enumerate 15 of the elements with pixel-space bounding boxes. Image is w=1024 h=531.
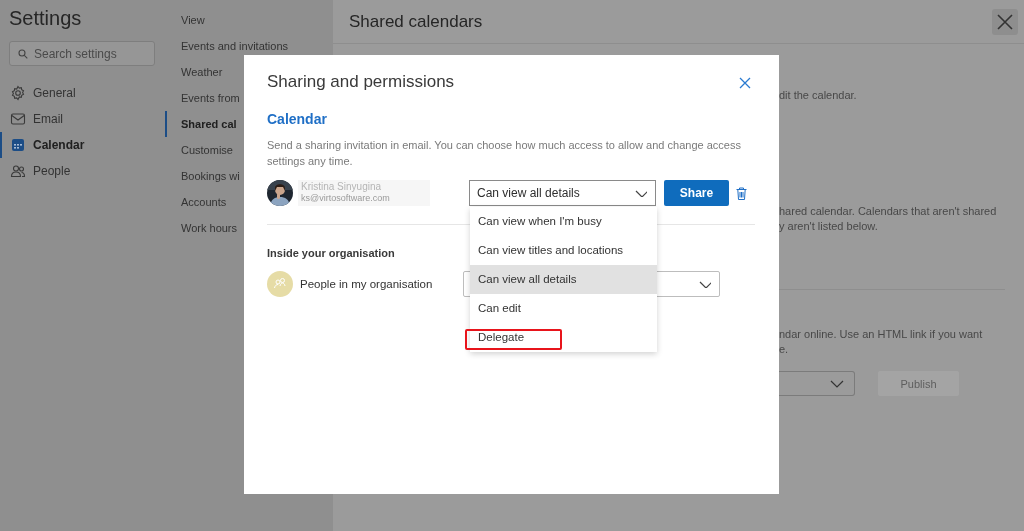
dropdown-value: Can view all details [477,186,580,200]
page-title: Shared calendars [349,11,483,32]
body-text: hared calendar. Calendars that aren't shared [779,204,998,219]
section-heading: Calendar [267,111,328,127]
description-text: Send a sharing invitation in email. You can choose how much access to allow and change access settings any time. [267,138,742,169]
body-text: dit the calendar. [779,88,858,103]
recipient-name: Kristina Sinyugina [301,181,383,193]
dialog-title: Sharing and permissions [267,72,455,92]
body-text: ndar online. Use an HTML link if you want [779,327,984,342]
settings-title: Settings [8,7,83,31]
org-label: People in my organisation [300,278,434,290]
body-text: e. [779,342,790,357]
section-heading: Inside your organisation [267,247,395,259]
body-text: y aren't listed below. [779,219,879,234]
recipient-email: ks@virtosoftware.com [301,193,391,204]
